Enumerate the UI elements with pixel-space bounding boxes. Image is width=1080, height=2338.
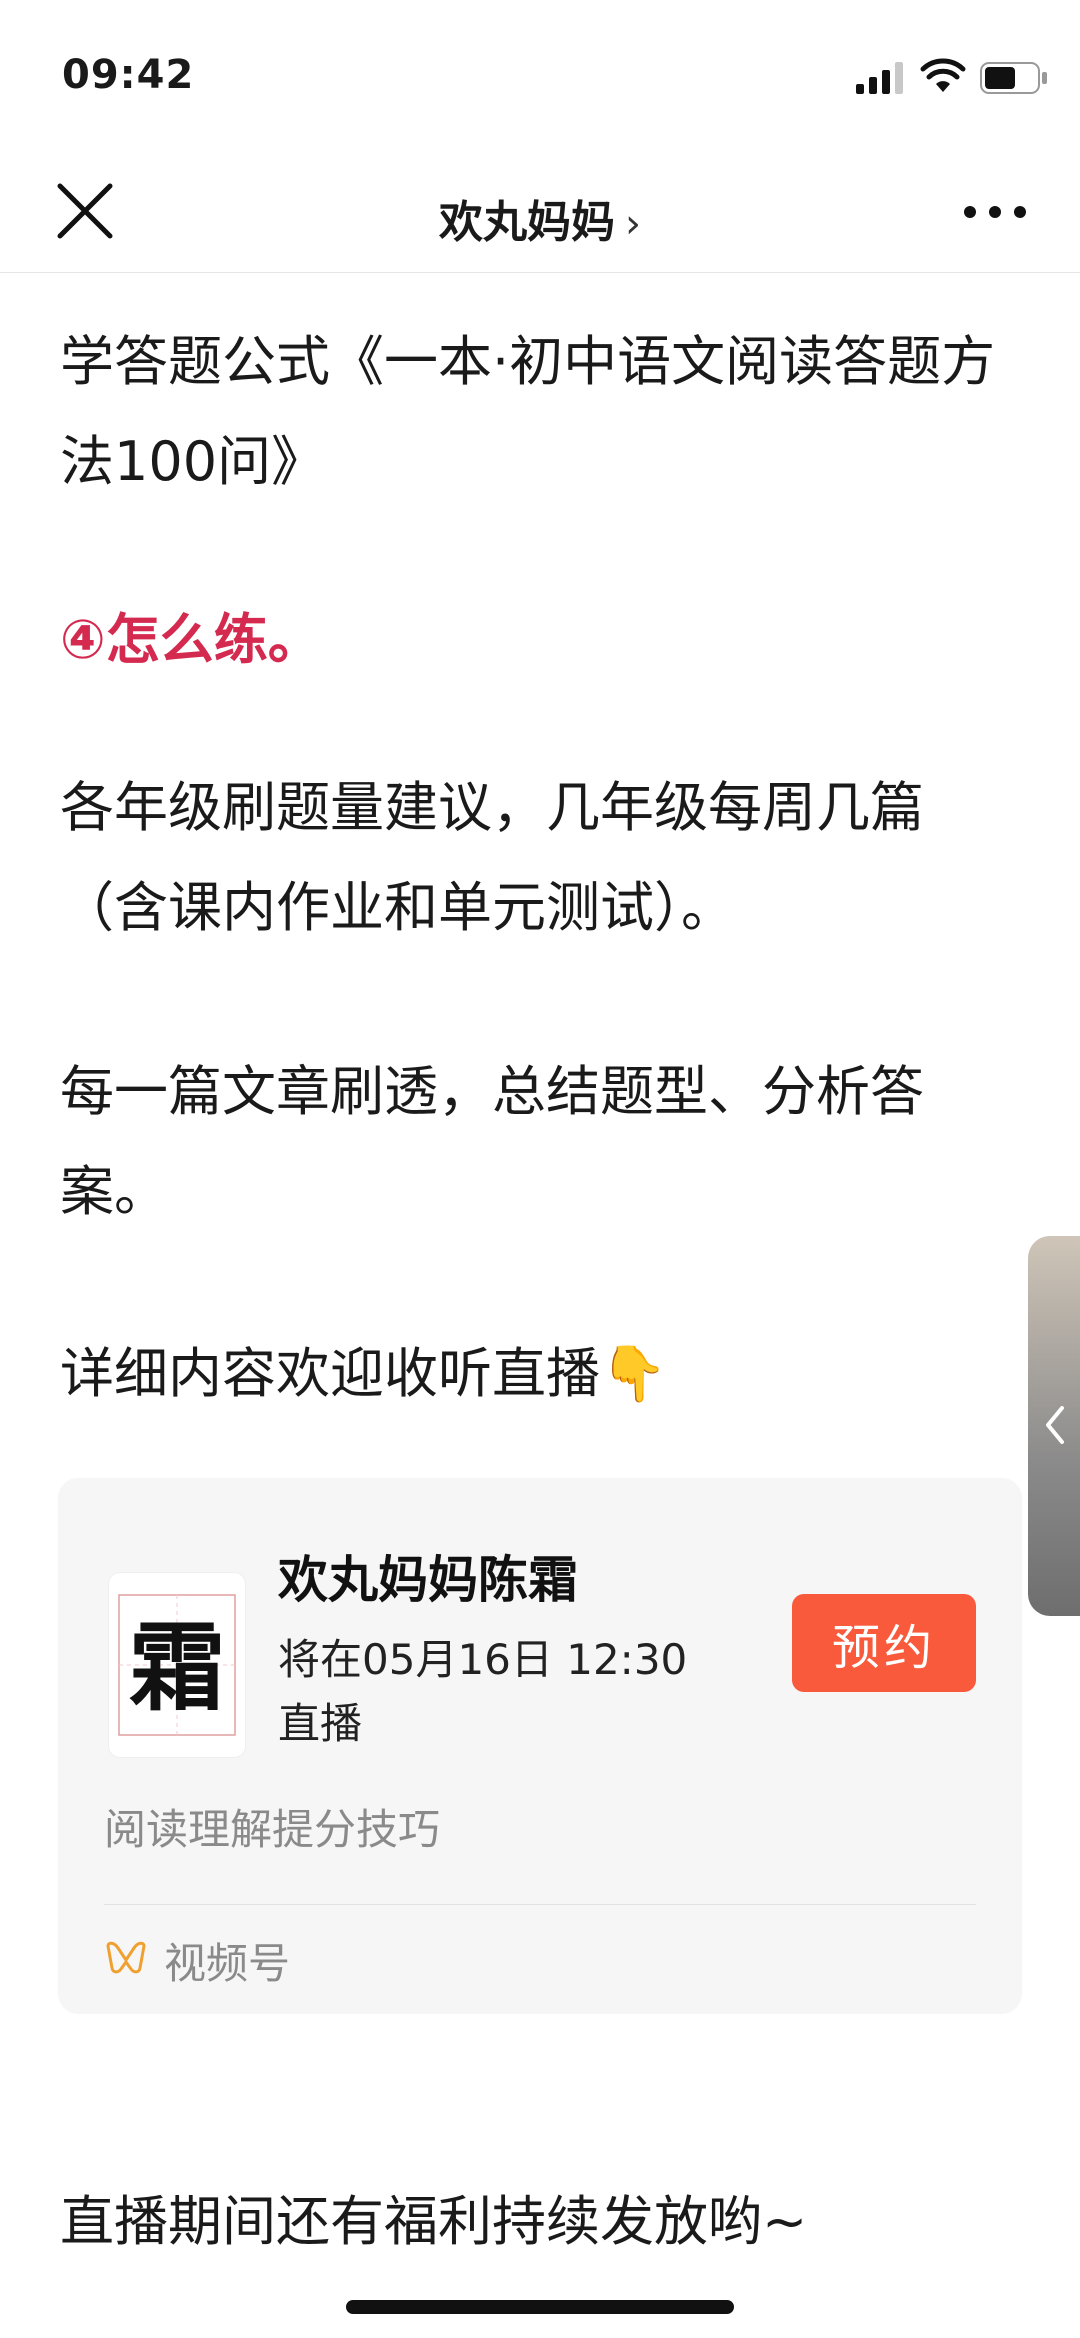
live-schedule: 将在05月16日 12:30 直播	[278, 1635, 688, 1748]
status-time: 09:42	[62, 52, 195, 98]
pointing-down-icon: 👇	[600, 1342, 668, 1405]
card-divider	[104, 1904, 976, 1905]
paragraph-live-invite: 详细内容欢迎收听直播👇	[60, 1324, 667, 1424]
paragraph-formula: 学答题公式《一本·初中语文阅读答题方法100问》	[60, 330, 996, 493]
chevron-right-icon: ›	[625, 201, 641, 247]
status-bar: 09:42	[0, 0, 1080, 150]
more-icon[interactable]	[960, 194, 1030, 230]
avatar-char: 霜	[129, 1611, 225, 1724]
channels-icon	[106, 1941, 146, 1974]
paragraph-benefits: 直播期间还有福利持续发放哟~	[60, 2190, 808, 2253]
reserve-button[interactable]: 预约	[792, 1594, 976, 1692]
section-heading: ④怎么练。	[60, 608, 322, 671]
live-reservation-card[interactable]: 霜 欢丸妈妈陈霜 将在05月16日 12:30 直播 预约 阅读理解提分技巧 视…	[58, 1478, 1022, 2014]
account-title[interactable]: 欢丸妈妈 ›	[0, 186, 1080, 250]
nav-bar: 欢丸妈妈 ›	[0, 150, 1080, 273]
home-indicator[interactable]	[346, 2300, 734, 2314]
account-name[interactable]: 欢丸妈妈	[439, 197, 615, 248]
chevron-left-icon	[1046, 1406, 1064, 1444]
paragraph-review: 每一篇文章刷透，总结题型、分析答案。	[60, 1060, 924, 1223]
battery-icon	[980, 62, 1047, 94]
floating-side-tab[interactable]	[1028, 1236, 1080, 1616]
live-host-name: 欢丸妈妈陈霜	[278, 1551, 578, 1609]
channels-label: 视频号	[164, 1939, 291, 1988]
live-invite-text: 详细内容欢迎收听直播	[60, 1342, 600, 1405]
live-description: 阅读理解提分技巧	[104, 1805, 441, 1854]
signal-icon	[856, 62, 903, 94]
paragraph-practice-amount: 各年级刷题量建议，几年级每周几篇（含课内作业和单元测试）。	[60, 776, 924, 939]
avatar-grid: 霜	[118, 1594, 236, 1736]
avatar: 霜	[108, 1572, 246, 1758]
wifi-icon	[920, 58, 966, 92]
